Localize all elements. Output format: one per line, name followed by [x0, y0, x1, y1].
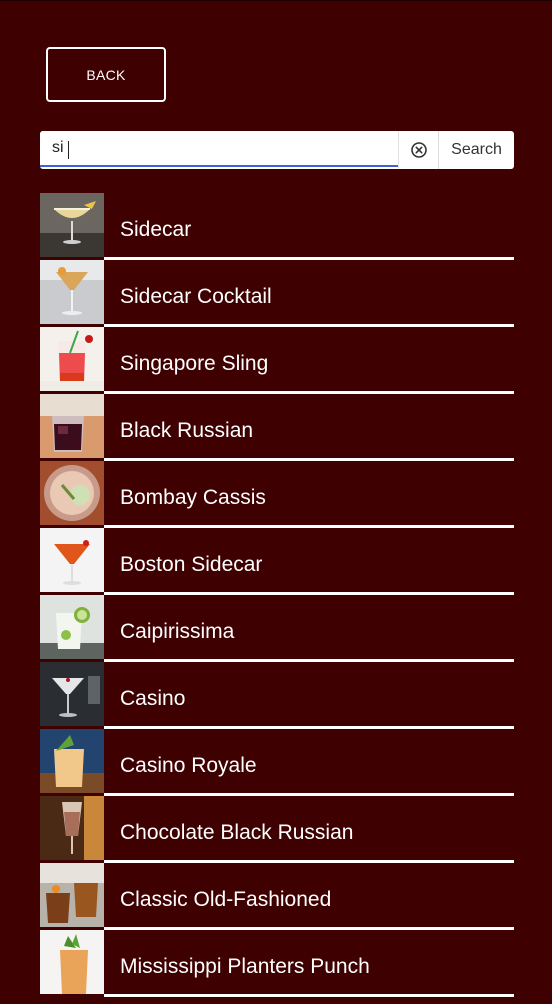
singapore-sling-photo [40, 327, 104, 391]
result-item-casino-royale[interactable]: Casino Royale [40, 729, 514, 796]
search-bar: Search [40, 131, 514, 169]
result-item-chocolate-black-russian[interactable]: Chocolate Black Russian [40, 796, 514, 863]
sidecar-cocktail-photo [40, 260, 104, 324]
result-item-caipirissima[interactable]: Caipirissima [40, 595, 514, 662]
result-item-casino[interactable]: Casino [40, 662, 514, 729]
result-name: Boston Sidecar [120, 553, 263, 576]
top-border [0, 0, 552, 1]
result-name: Sidecar Cocktail [120, 285, 272, 308]
result-name: Classic Old-Fashioned [120, 888, 332, 911]
result-name: Mississippi Planters Punch [120, 955, 370, 978]
clear-circle-x-icon [410, 142, 427, 158]
result-item-singapore-sling[interactable]: Singapore Sling [40, 327, 514, 394]
caipirissima-photo [40, 595, 104, 659]
result-item-black-russian[interactable]: Black Russian [40, 394, 514, 461]
search-input-wrap [40, 131, 398, 169]
result-name: Black Russian [120, 419, 254, 442]
chocolate-black-russian-photo [40, 796, 104, 860]
search-input[interactable] [40, 131, 398, 167]
results-list: Sidecar Sidecar Cocktail Singapore Sling… [40, 193, 514, 997]
casino-royale-photo [40, 729, 104, 793]
bombay-cassis-photo [40, 461, 104, 525]
casino-photo [40, 662, 104, 726]
result-name: Caipirissima [120, 620, 235, 643]
classic-old-fashioned-photo [40, 863, 104, 927]
result-item-sidecar[interactable]: Sidecar [40, 193, 514, 260]
result-item-mississippi-planters-punch[interactable]: Mississippi Planters Punch [40, 930, 514, 997]
boston-sidecar-photo [40, 528, 104, 592]
result-name: Sidecar [120, 218, 192, 241]
sidecar-photo [40, 193, 104, 257]
text-caret [68, 141, 69, 159]
search-button[interactable]: Search [438, 131, 514, 169]
result-name: Bombay Cassis [120, 486, 266, 509]
result-name: Casino [120, 687, 186, 710]
result-item-boston-sidecar[interactable]: Boston Sidecar [40, 528, 514, 595]
clear-search-button[interactable] [398, 131, 438, 169]
mississippi-planters-punch-photo [40, 930, 104, 994]
result-item-classic-old-fashioned[interactable]: Classic Old-Fashioned [40, 863, 514, 930]
result-item-bombay-cassis[interactable]: Bombay Cassis [40, 461, 514, 528]
black-russian-photo [40, 394, 104, 458]
result-name: Casino Royale [120, 754, 257, 777]
result-name: Chocolate Black Russian [120, 821, 354, 844]
result-name: Singapore Sling [120, 352, 269, 375]
back-button[interactable]: BACK [46, 47, 166, 102]
result-item-sidecar-cocktail[interactable]: Sidecar Cocktail [40, 260, 514, 327]
